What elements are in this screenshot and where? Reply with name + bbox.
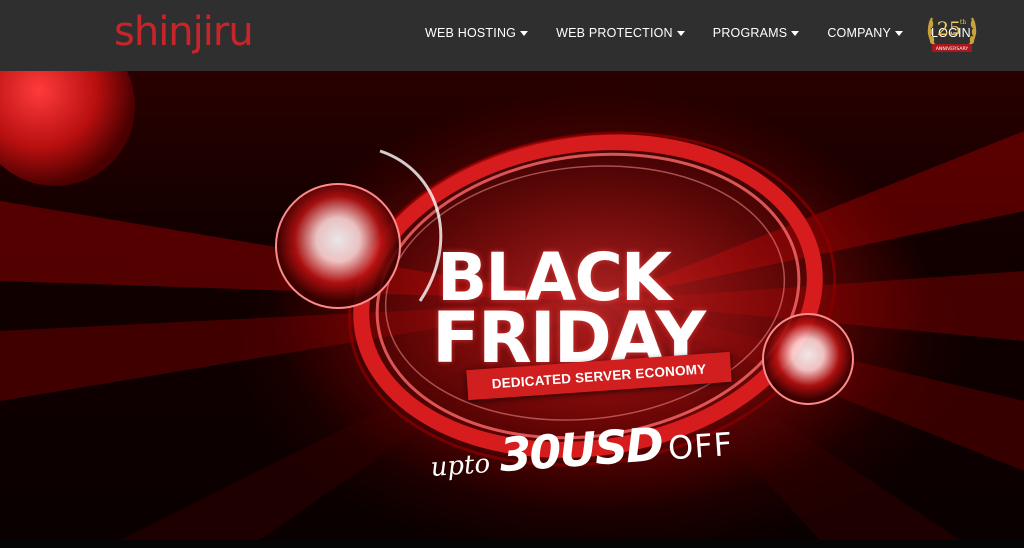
nav-web-protection[interactable]: WEB PROTECTION (542, 0, 699, 66)
badge-number: 25 (937, 18, 961, 40)
nav-web-hosting[interactable]: WEB HOSTING (411, 0, 542, 66)
red-orb-decoration (0, 71, 135, 186)
nav-company[interactable]: COMPANY (813, 0, 917, 66)
nav-company-label: COMPANY (827, 26, 892, 40)
nav-programs[interactable]: PROGRAMS (699, 0, 814, 66)
badge-text: ANNIVERSARY (936, 46, 969, 52)
badge-suffix: th (960, 19, 966, 26)
hero-bottom-edge (0, 540, 1024, 548)
nav-web-hosting-label: WEB HOSTING (425, 26, 517, 40)
anniversary-badge: 25 th ANNIVERSARY (927, 17, 977, 52)
black-friday-hero-banner[interactable]: BLACK FRIDAY DEDICATED SERVER ECONOMY up… (0, 71, 1024, 540)
promo-amount: 30USD (497, 416, 664, 483)
nav-web-protection-label: WEB PROTECTION (556, 26, 673, 40)
main-nav: WEB HOSTING WEB PROTECTION PROGRAMS COMP… (411, 0, 985, 66)
nav-programs-label: PROGRAMS (712, 26, 788, 40)
glass-orb-right (762, 313, 854, 405)
promo-prefix: upto (429, 448, 492, 484)
caret-down-icon (895, 30, 904, 36)
site-header: shinjiru WEB HOSTING WEB PROTECTION PROG… (0, 0, 1024, 71)
promo-suffix: OFF (666, 424, 735, 468)
caret-down-icon (520, 30, 529, 36)
caret-down-icon (676, 30, 685, 36)
caret-down-icon (791, 30, 800, 36)
shinjiru-logo[interactable]: shinjiru (114, 6, 254, 58)
